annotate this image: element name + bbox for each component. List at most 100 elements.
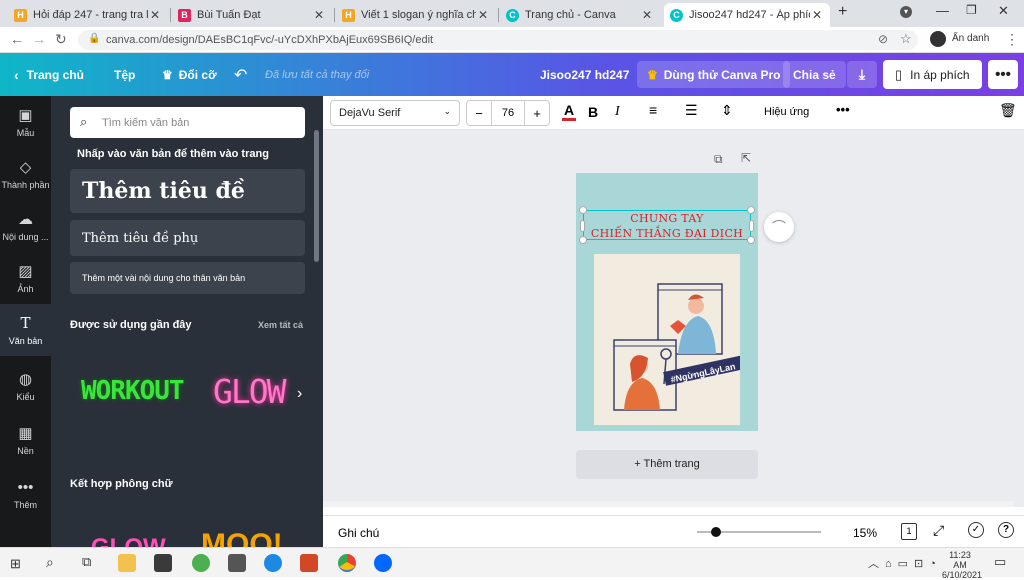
font-size-value[interactable]: 76	[491, 101, 525, 125]
chrome-icon[interactable]	[338, 554, 356, 572]
resize-handle[interactable]	[579, 206, 587, 214]
close-icon[interactable]: ✕	[640, 8, 654, 22]
zoom-slider-knob[interactable]	[710, 527, 721, 537]
combo-font-moo[interactable]: MOO!	[201, 528, 283, 547]
browser-tab-1[interactable]: H Hỏi đáp 247 - trang tra loi ✕	[8, 3, 168, 27]
app-icon[interactable]	[192, 554, 210, 572]
poster-page[interactable]: CHUNG TAY CHIẾN THẮNG ĐẠI DỊCH ↻ ✥	[576, 173, 758, 431]
add-page-icon[interactable]: ⇱	[741, 151, 751, 165]
windows-start-icon[interactable]: ⊞	[10, 556, 21, 572]
new-tab-icon[interactable]: +	[838, 3, 847, 21]
add-page-button[interactable]: + Thêm trang	[576, 450, 758, 479]
selected-text-box[interactable]: CHUNG TAY CHIẾN THẮNG ĐẠI DỊCH	[579, 206, 755, 244]
illustration-image[interactable]: #NgừngLâyLan	[594, 254, 745, 425]
app-icon[interactable]	[264, 554, 282, 572]
bold-icon[interactable]: B	[588, 104, 598, 120]
zoom-level[interactable]: 15%	[853, 526, 877, 540]
close-icon[interactable]: ✕	[148, 8, 162, 22]
help-icon[interactable]: ?	[998, 522, 1014, 538]
text-color-icon[interactable]: A	[562, 103, 576, 121]
recent-font-workout[interactable]: WORKOUT	[81, 376, 185, 406]
reload-icon[interactable]: ↻	[55, 31, 67, 48]
tab-search-icon[interactable]: ▾	[900, 6, 912, 18]
rail-item-background[interactable]: ▦ Nền	[0, 414, 51, 466]
more-options-icon[interactable]: •••	[988, 60, 1018, 89]
increase-size-button[interactable]: +	[525, 106, 549, 121]
horizontal-scrollbar[interactable]	[323, 501, 1013, 507]
page-count-icon[interactable]: 1	[901, 523, 917, 540]
recent-font-glow[interactable]: GLOW	[213, 372, 286, 411]
minimize-icon[interactable]: —	[936, 3, 949, 18]
print-poster-button[interactable]: ▯ In áp phích	[883, 60, 982, 89]
resize-handle[interactable]	[579, 236, 587, 244]
rail-item-templates[interactable]: ▣ Mẫu	[0, 96, 51, 148]
forward-icon[interactable]: →	[32, 31, 46, 47]
search-icon[interactable]: ⌕	[46, 554, 54, 571]
profile-label[interactable]: Ẩn danh	[952, 33, 989, 44]
trash-icon[interactable]: 🗑	[999, 102, 1017, 119]
list-icon[interactable]: ☰	[685, 102, 698, 119]
check-icon[interactable]: ✓	[968, 522, 984, 538]
file-explorer-icon[interactable]	[118, 554, 136, 572]
star-icon[interactable]: ☆	[900, 31, 912, 47]
restore-icon[interactable]: ❐	[966, 3, 977, 17]
add-subheading-button[interactable]: Thêm tiêu đề phụ	[70, 220, 305, 256]
fullscreen-icon[interactable]: ⤢	[933, 522, 944, 539]
browser-tab-2[interactable]: B Bùi Tuấn Đạt ✕	[172, 3, 332, 27]
resize-button[interactable]: ♛ Đổi cỡ	[162, 53, 217, 96]
spacing-icon[interactable]: ⇕	[721, 102, 733, 119]
share-button[interactable]: Chia sẻ	[783, 61, 846, 88]
undo-icon[interactable]: ↶	[234, 53, 247, 96]
home-button[interactable]: ‹ Trang chủ	[14, 53, 84, 96]
text-search-input[interactable]: ⌕ Tìm kiếm văn bản	[70, 107, 305, 138]
store-icon[interactable]	[154, 554, 172, 572]
window-close-icon[interactable]: ✕	[998, 3, 1009, 19]
powerpoint-icon[interactable]	[300, 554, 318, 572]
chevron-right-icon[interactable]: ›	[297, 385, 302, 403]
browser-menu-icon[interactable]: ⋮	[1005, 31, 1019, 48]
decrease-size-button[interactable]: −	[467, 106, 491, 121]
combo-font-glow[interactable]: GLOW	[91, 534, 166, 547]
resize-handle[interactable]	[747, 236, 755, 244]
notification-icon[interactable]: ▭	[994, 554, 1006, 570]
zoom-slider[interactable]	[697, 527, 821, 537]
add-body-text-button[interactable]: Thêm một vài nội dung cho thân văn bản	[70, 262, 305, 294]
resize-handle[interactable]	[580, 220, 585, 232]
close-icon[interactable]: ✕	[476, 8, 490, 22]
add-heading-button[interactable]: Thêm tiêu đề	[70, 169, 305, 213]
document-title[interactable]: Jisoo247 hd247	[540, 53, 629, 96]
browser-tab-4[interactable]: C Trang chủ - Canva ✕	[500, 3, 660, 27]
notes-button[interactable]: Ghi chú	[338, 526, 379, 540]
rail-item-uploads[interactable]: ☁ Nội dung ...	[0, 200, 51, 252]
close-icon[interactable]: ✕	[312, 8, 326, 22]
eye-off-icon[interactable]: ⊘	[878, 32, 888, 46]
see-all-link[interactable]: Xem tất cả	[258, 320, 303, 330]
font-select[interactable]: DejaVu Serif ⌄	[330, 100, 460, 126]
rail-item-styles[interactable]: ◍ Kiểu	[0, 360, 51, 412]
rail-item-more[interactable]: ••• Thêm	[0, 468, 51, 520]
download-icon[interactable]: ⤓	[847, 61, 877, 88]
more-icon[interactable]: •••	[836, 102, 850, 117]
file-menu-button[interactable]: Tệp	[114, 53, 135, 96]
align-center-icon[interactable]: ≡	[649, 102, 657, 118]
browser-tab-5[interactable]: C Jisoo247 hd247 - Áp phích ✕	[664, 3, 830, 27]
effects-button[interactable]: Hiệu ứng	[764, 106, 809, 118]
task-view-icon[interactable]: ⧉	[82, 554, 91, 570]
system-tray-icons[interactable]: ︿⌂▭⊡◔	[868, 555, 942, 571]
rail-item-text[interactable]: T Văn bản	[0, 304, 51, 356]
rail-item-elements[interactable]: ◇ Thành phần	[0, 148, 51, 200]
try-pro-button[interactable]: ♛ Dùng thử Canva Pro	[637, 61, 791, 88]
font-size-stepper[interactable]: − 76 +	[466, 100, 550, 126]
duplicate-page-icon[interactable]: ⧉	[714, 152, 723, 167]
browser-tab-3[interactable]: H Viết 1 slogan ý nghĩa cho ng... ✕	[336, 3, 496, 27]
comment-icon[interactable]: ⌒	[764, 212, 794, 242]
back-icon[interactable]: ←	[10, 31, 24, 47]
zalo-icon[interactable]	[374, 554, 392, 572]
resize-handle[interactable]	[749, 220, 754, 232]
calculator-icon[interactable]	[228, 554, 246, 572]
italic-icon[interactable]: I	[615, 104, 620, 120]
rail-item-photos[interactable]: ▨ Ảnh	[0, 252, 51, 304]
address-bar[interactable]: 🔒 canva.com/design/DAEsBC1qFvc/-uYcDXhPX…	[78, 30, 918, 50]
resize-handle[interactable]	[747, 206, 755, 214]
clock[interactable]: 11:23 AM 6/10/2021	[942, 550, 982, 580]
